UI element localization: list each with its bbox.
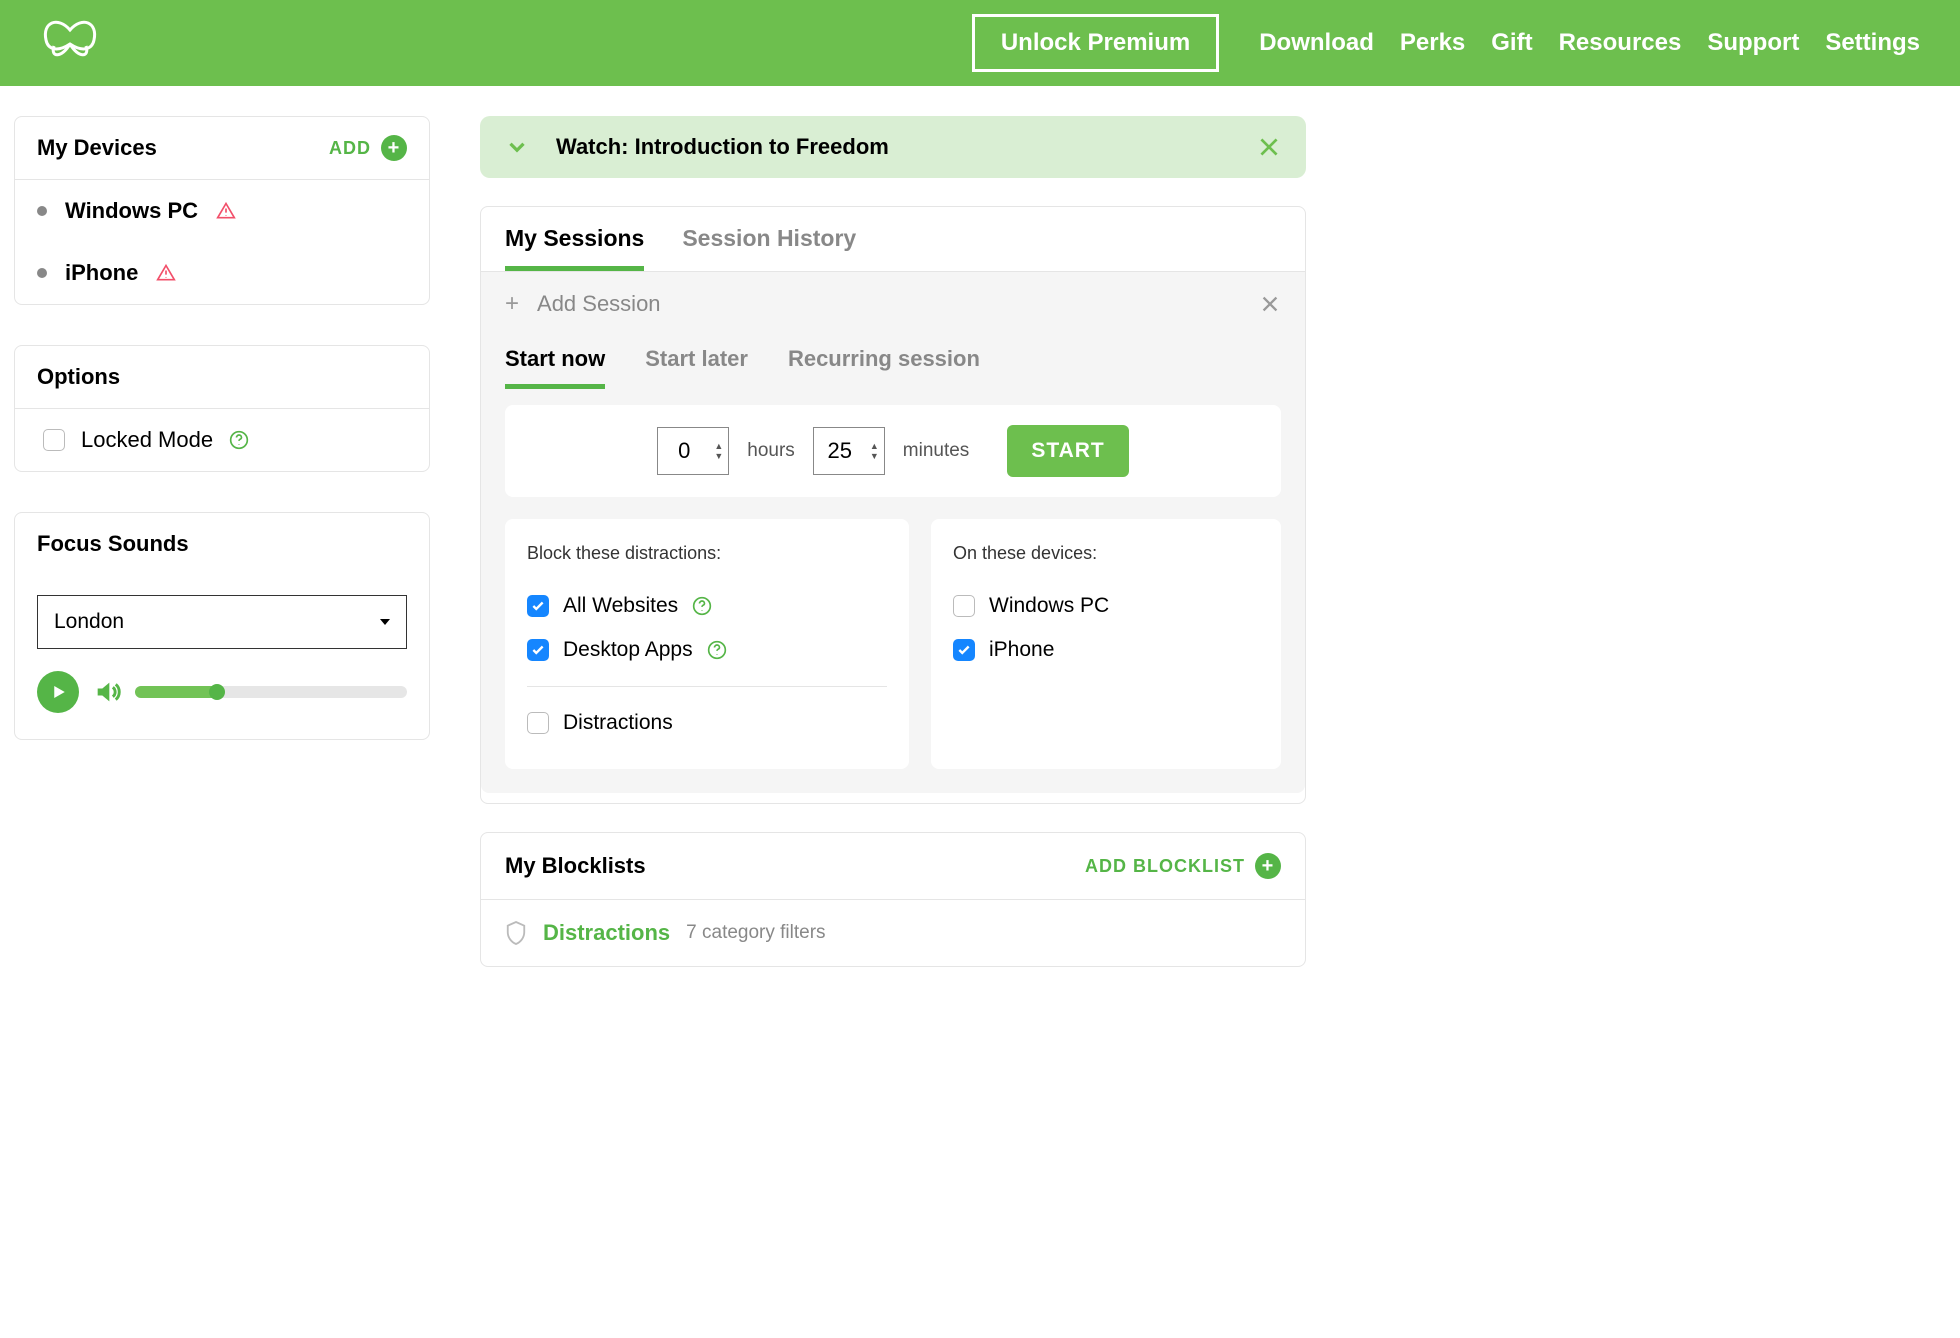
- nav-download[interactable]: Download: [1259, 29, 1374, 57]
- checkbox-blocklist-distractions[interactable]: [527, 712, 549, 734]
- tab-my-sessions[interactable]: My Sessions: [505, 225, 644, 271]
- add-session-label[interactable]: Add Session: [537, 291, 661, 317]
- sessions-panel: My Sessions Session History + Add Sessio…: [480, 206, 1306, 804]
- volume-slider-fill: [135, 686, 217, 698]
- subtab-start-later[interactable]: Start later: [645, 336, 748, 389]
- intro-banner[interactable]: Watch: Introduction to Freedom: [480, 116, 1306, 178]
- status-dot-icon: [37, 206, 47, 216]
- tab-session-history[interactable]: Session History: [682, 225, 856, 271]
- subtab-recurring[interactable]: Recurring session: [788, 336, 980, 389]
- nav-resources[interactable]: Resources: [1559, 29, 1682, 57]
- distraction-label: Desktop Apps: [563, 638, 693, 662]
- distractions-column: Block these distractions: All Websites: [505, 519, 909, 769]
- hours-label: hours: [747, 440, 795, 462]
- distraction-label: All Websites: [563, 594, 678, 618]
- focus-sounds-panel: Focus Sounds London: [14, 512, 430, 740]
- stepper-icon[interactable]: ▲▼: [714, 441, 723, 461]
- app-header: Unlock Premium Download Perks Gift Resou…: [0, 0, 1960, 86]
- chevron-down-icon: [504, 134, 530, 160]
- checkbox-device-windows[interactable]: [953, 595, 975, 617]
- add-blocklist-button[interactable]: ADD BLOCKLIST +: [1085, 853, 1281, 879]
- play-button[interactable]: [37, 671, 79, 713]
- device-option-label: iPhone: [989, 638, 1054, 662]
- volume-slider[interactable]: [135, 686, 407, 698]
- nav-support[interactable]: Support: [1707, 29, 1799, 57]
- options-panel: Options Locked Mode: [14, 345, 430, 472]
- device-option-label: Windows PC: [989, 594, 1109, 618]
- start-button[interactable]: START: [1007, 425, 1128, 477]
- checkbox-device-iphone[interactable]: [953, 639, 975, 661]
- checkbox-desktop-apps[interactable]: [527, 639, 549, 661]
- nav-perks[interactable]: Perks: [1400, 29, 1465, 57]
- blocklist-name: Distractions: [543, 920, 670, 946]
- options-title: Options: [37, 364, 120, 390]
- stepper-icon[interactable]: ▲▼: [870, 441, 879, 461]
- logo-butterfly-icon: [40, 18, 100, 68]
- shield-icon: [505, 920, 527, 946]
- locked-mode-checkbox[interactable]: [43, 429, 65, 451]
- locked-mode-label: Locked Mode: [81, 427, 213, 453]
- nav-settings[interactable]: Settings: [1825, 29, 1920, 57]
- device-row[interactable]: Windows PC: [15, 180, 429, 242]
- close-add-session-button[interactable]: [1259, 293, 1281, 315]
- blocklists-panel: My Blocklists ADD BLOCKLIST + Distractio…: [480, 832, 1306, 967]
- nav-gift[interactable]: Gift: [1491, 29, 1532, 57]
- blocklist-item-label: Distractions: [563, 711, 673, 735]
- distractions-heading: Block these distractions:: [527, 543, 887, 564]
- volume-icon[interactable]: [93, 678, 121, 706]
- plus-icon: +: [381, 135, 407, 161]
- focus-sound-selected: London: [54, 610, 124, 634]
- devices-title: My Devices: [37, 135, 157, 161]
- status-dot-icon: [37, 268, 47, 278]
- devices-heading: On these devices:: [953, 543, 1259, 564]
- plus-icon: +: [505, 290, 519, 318]
- device-name: Windows PC: [65, 198, 198, 224]
- devices-column: On these devices: Windows PC iPhone: [931, 519, 1281, 769]
- devices-panel: My Devices ADD + Windows PC iPhone: [14, 116, 430, 305]
- banner-title: Watch: Introduction to Freedom: [556, 134, 889, 160]
- help-icon[interactable]: [707, 640, 727, 660]
- focus-sounds-title: Focus Sounds: [37, 531, 189, 557]
- unlock-premium-button[interactable]: Unlock Premium: [972, 14, 1219, 72]
- help-icon[interactable]: [229, 430, 249, 450]
- device-row[interactable]: iPhone: [15, 242, 429, 304]
- subtab-start-now[interactable]: Start now: [505, 336, 605, 389]
- focus-sound-select[interactable]: London: [37, 595, 407, 649]
- close-banner-button[interactable]: [1256, 134, 1282, 160]
- blocklist-meta: 7 category filters: [686, 922, 825, 944]
- warning-triangle-icon: [216, 201, 236, 221]
- add-device-label: ADD: [329, 138, 371, 159]
- checkbox-all-websites[interactable]: [527, 595, 549, 617]
- help-icon[interactable]: [692, 596, 712, 616]
- blocklist-row[interactable]: Distractions 7 category filters: [481, 900, 1305, 966]
- plus-icon: +: [1255, 853, 1281, 879]
- chevron-down-icon: [380, 619, 390, 625]
- add-blocklist-label: ADD BLOCKLIST: [1085, 856, 1245, 877]
- device-name: iPhone: [65, 260, 138, 286]
- nav-links: Download Perks Gift Resources Support Se…: [1259, 29, 1920, 57]
- blocklists-title: My Blocklists: [505, 853, 646, 879]
- add-device-button[interactable]: ADD +: [329, 135, 407, 161]
- timer-row: ▲▼ hours ▲▼ minutes START: [505, 405, 1281, 497]
- warning-triangle-icon: [156, 263, 176, 283]
- minutes-label: minutes: [903, 440, 970, 462]
